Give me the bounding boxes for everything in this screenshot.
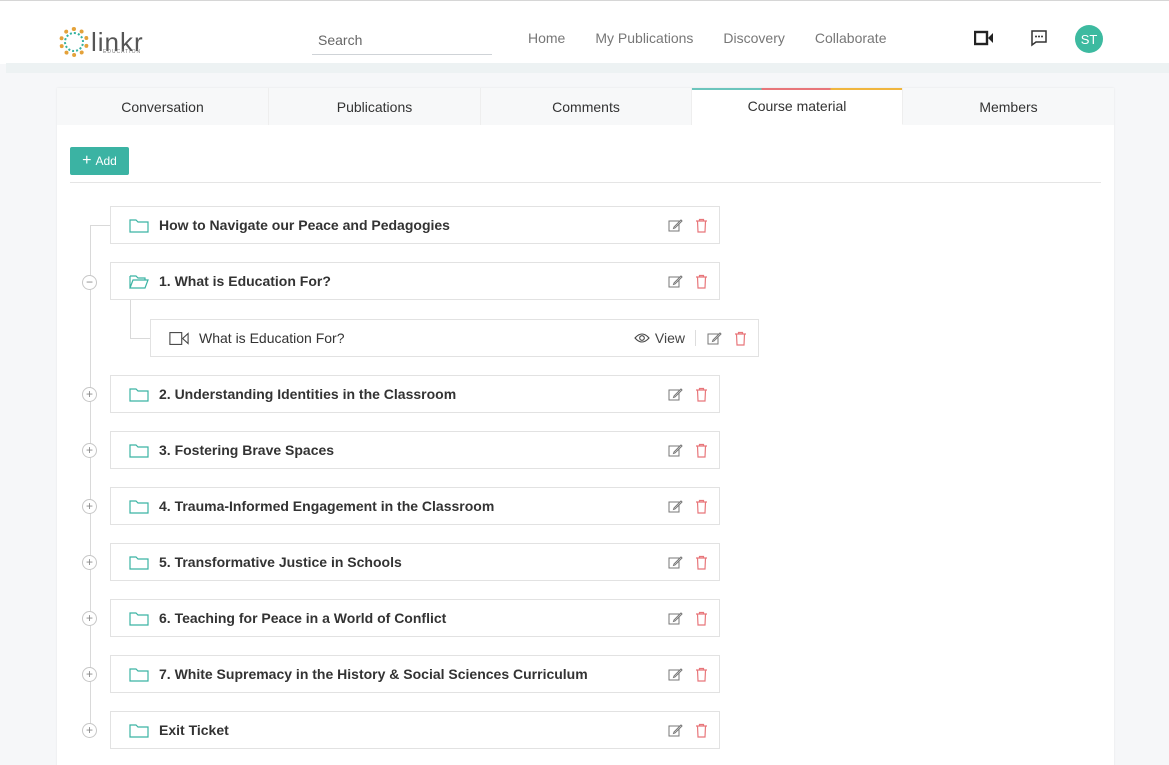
folder-icon xyxy=(129,556,149,570)
nav-my-publications[interactable]: My Publications xyxy=(595,30,693,46)
video-call-icon[interactable] xyxy=(973,27,995,49)
list-item[interactable]: 2. Understanding Identities in the Class… xyxy=(110,375,720,413)
tree-connector xyxy=(130,338,150,339)
expand-toggle[interactable]: + xyxy=(82,667,97,682)
item-title: 3. Fostering Brave Spaces xyxy=(159,442,335,458)
folder-icon xyxy=(129,612,149,626)
list-item[interactable]: 3. Fostering Brave Spaces xyxy=(110,431,720,469)
sub-list-item[interactable]: What is Education For? View xyxy=(150,319,759,357)
nav-collaborate[interactable]: Collaborate xyxy=(815,30,887,46)
navbar-shadow xyxy=(6,63,1169,73)
folder-icon xyxy=(129,219,149,233)
item-title: Exit Ticket xyxy=(159,722,229,738)
item-title: 4. Trauma-Informed Engagement in the Cla… xyxy=(159,498,495,514)
expand-toggle[interactable]: + xyxy=(82,723,97,738)
edit-icon[interactable] xyxy=(667,722,683,738)
list-item[interactable]: Exit Ticket xyxy=(110,711,720,749)
folder-icon xyxy=(129,388,149,402)
user-avatar[interactable]: ST xyxy=(1075,25,1103,53)
item-title: What is Education For? xyxy=(199,330,345,346)
folder-icon xyxy=(129,444,149,458)
list-item[interactable]: 6. Teaching for Peace in a World of Conf… xyxy=(110,599,720,637)
edit-icon[interactable] xyxy=(667,666,683,682)
delete-icon[interactable] xyxy=(693,666,709,682)
divider xyxy=(70,182,1101,183)
expand-toggle[interactable]: + xyxy=(82,499,97,514)
edit-icon[interactable] xyxy=(706,330,722,346)
tab-course-material[interactable]: Course material xyxy=(692,88,903,125)
tree-connector xyxy=(130,300,131,338)
expand-toggle[interactable]: + xyxy=(82,611,97,626)
tree-connector xyxy=(90,225,110,226)
tab-conversation[interactable]: Conversation xyxy=(57,88,269,125)
collapse-toggle[interactable]: − xyxy=(82,275,97,290)
delete-icon[interactable] xyxy=(693,273,709,289)
logo-subtext: EDUCATION xyxy=(103,49,142,55)
delete-icon[interactable] xyxy=(693,722,709,738)
edit-icon[interactable] xyxy=(667,217,683,233)
logo-ring-icon xyxy=(59,27,89,57)
folder-open-icon xyxy=(129,275,149,289)
folder-icon xyxy=(129,668,149,682)
nav-home[interactable]: Home xyxy=(528,30,565,46)
item-title: 1. What is Education For? xyxy=(159,273,331,289)
delete-icon[interactable] xyxy=(693,610,709,626)
tab-comments[interactable]: Comments xyxy=(481,88,692,125)
item-title: 5. Transformative Justice in Schools xyxy=(159,554,402,570)
edit-icon[interactable] xyxy=(667,554,683,570)
delete-icon[interactable] xyxy=(693,386,709,402)
folder-icon xyxy=(129,500,149,514)
expand-toggle[interactable]: + xyxy=(82,387,97,402)
plus-icon: + xyxy=(82,152,92,169)
view-label: View xyxy=(654,330,685,346)
edit-icon[interactable] xyxy=(667,386,683,402)
view-link[interactable]: View xyxy=(634,330,696,346)
list-item[interactable]: How to Navigate our Peace and Pedagogies xyxy=(110,206,720,244)
tab-publications[interactable]: Publications xyxy=(269,88,481,125)
expand-toggle[interactable]: + xyxy=(82,555,97,570)
delete-icon[interactable] xyxy=(693,498,709,514)
tab-bar: Conversation Publications Comments Cours… xyxy=(57,88,1114,125)
item-title: How to Navigate our Peace and Pedagogies xyxy=(159,217,450,233)
eye-icon xyxy=(634,333,650,343)
add-button-label: Add xyxy=(95,154,117,168)
edit-icon[interactable] xyxy=(667,442,683,458)
edit-icon[interactable] xyxy=(667,498,683,514)
search-input[interactable] xyxy=(312,25,492,55)
top-navbar: linkr EDUCATION Home My Publications Dis… xyxy=(0,0,1169,64)
tab-members[interactable]: Members xyxy=(903,88,1114,125)
expand-toggle[interactable]: + xyxy=(82,443,97,458)
list-item[interactable]: 4. Trauma-Informed Engagement in the Cla… xyxy=(110,487,720,525)
edit-icon[interactable] xyxy=(667,273,683,289)
video-icon xyxy=(169,332,189,345)
delete-icon[interactable] xyxy=(693,554,709,570)
course-card: Conversation Publications Comments Cours… xyxy=(57,88,1114,765)
chat-icon[interactable] xyxy=(1028,27,1050,49)
delete-icon[interactable] xyxy=(693,442,709,458)
delete-icon[interactable] xyxy=(693,217,709,233)
main-nav: Home My Publications Discovery Collabora… xyxy=(528,30,886,46)
delete-icon[interactable] xyxy=(732,330,748,346)
list-item[interactable]: 7. White Supremacy in the History & Soci… xyxy=(110,655,720,693)
linkr-logo[interactable]: linkr EDUCATION xyxy=(59,25,144,59)
folder-icon xyxy=(129,724,149,738)
item-title: 7. White Supremacy in the History & Soci… xyxy=(159,666,588,682)
nav-discovery[interactable]: Discovery xyxy=(723,30,784,46)
list-item[interactable]: 1. What is Education For? xyxy=(110,262,720,300)
list-item[interactable]: 5. Transformative Justice in Schools xyxy=(110,543,720,581)
item-title: 2. Understanding Identities in the Class… xyxy=(159,386,457,402)
item-title: 6. Teaching for Peace in a World of Conf… xyxy=(159,610,447,626)
tree-connector xyxy=(90,225,91,729)
add-button[interactable]: + Add xyxy=(70,147,129,175)
edit-icon[interactable] xyxy=(667,610,683,626)
